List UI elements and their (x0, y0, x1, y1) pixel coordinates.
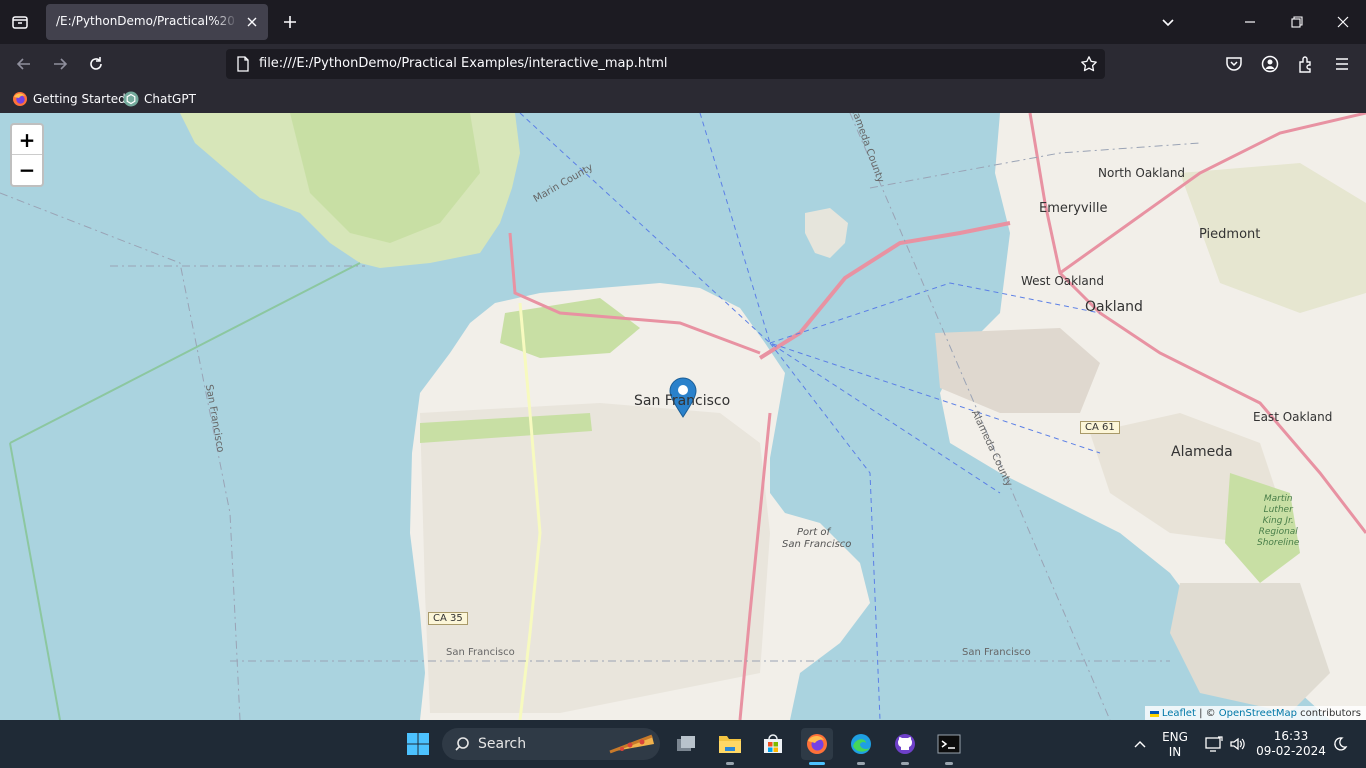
place-label-north-oakland: North Oakland (1098, 166, 1186, 180)
new-tab-icon[interactable] (278, 10, 302, 34)
volume-icon[interactable] (1228, 735, 1248, 753)
place-label-port-sf: San Francisco (782, 539, 852, 550)
windows-taskbar: Search ENG IN 16:33 09-02-2024 (0, 720, 1366, 768)
bookmarks-toolbar: Getting Started ChatGPT (0, 84, 1366, 113)
park-label-line: Luther (1263, 505, 1293, 515)
tab-strip: /E:/PythonDemo/Practical%20Exam (0, 0, 1366, 44)
taskbar-search[interactable]: Search (442, 728, 660, 760)
forward-icon[interactable] (48, 52, 72, 76)
search-highlight-pizza-icon (606, 730, 658, 758)
language-code: ENG (1162, 730, 1188, 744)
osm-link[interactable]: OpenStreetMap (1219, 708, 1297, 719)
map-tiles[interactable] (0, 113, 1366, 720)
sf-grid (420, 403, 770, 713)
list-all-tabs-icon[interactable] (1156, 10, 1180, 34)
account-icon[interactable] (1258, 52, 1282, 76)
place-label-emeryville: Emeryville (1039, 201, 1108, 216)
zoom-in-button[interactable]: + (12, 125, 42, 155)
bookmark-getting-started[interactable]: Getting Started (12, 89, 126, 109)
address-bar[interactable]: file:///E:/PythonDemo/Practical Examples… (226, 49, 1105, 79)
place-label-east-oakland: East Oakland (1253, 410, 1333, 424)
network-icon[interactable] (1204, 735, 1224, 753)
ukraine-flag-icon (1149, 710, 1159, 717)
zoom-out-button[interactable]: − (12, 155, 42, 185)
restore-icon[interactable] (1283, 8, 1311, 36)
chatgpt-icon (123, 91, 139, 107)
firefox-taskbar-icon[interactable] (801, 728, 833, 765)
bookmark-label: Getting Started (33, 92, 126, 106)
clock-time: 16:33 (1273, 729, 1309, 743)
github-desktop-icon[interactable] (889, 728, 921, 765)
attribution-suffix: contributors (1297, 708, 1361, 719)
extensions-icon[interactable] (1294, 52, 1318, 76)
tab-title: /E:/PythonDemo/Practical%20Exam (56, 14, 234, 28)
airport (1170, 583, 1330, 713)
shield-ca61: CA 61 (1080, 421, 1120, 434)
file-explorer-icon[interactable] (714, 728, 746, 765)
do-not-disturb-icon[interactable] (1330, 735, 1350, 753)
county-label-sf-south-1: San Francisco (446, 647, 515, 658)
map-attribution: Leaflet | © OpenStreetMap contributors (1144, 706, 1366, 720)
park-label-line: King Jr. (1262, 516, 1294, 526)
clock[interactable]: 16:33 09-02-2024 (1256, 729, 1326, 759)
minimize-icon[interactable] (1236, 8, 1264, 36)
yerba-buena-island (805, 208, 848, 258)
park-label-line: Regional (1258, 527, 1298, 537)
close-window-icon[interactable] (1329, 8, 1357, 36)
start-icon[interactable] (402, 728, 434, 760)
county-label-sf-south-2: San Francisco (962, 647, 1031, 658)
search-label: Search (478, 736, 527, 752)
leaflet-link[interactable]: Leaflet (1162, 708, 1196, 719)
close-tab-icon[interactable] (242, 12, 262, 32)
park-label-line: Martin (1263, 494, 1293, 504)
edge-icon[interactable] (845, 728, 877, 765)
shield-ca35: CA 35 (428, 612, 468, 625)
navigation-toolbar: file:///E:/PythonDemo/Practical Examples… (0, 44, 1366, 84)
back-icon[interactable] (12, 52, 36, 76)
menu-icon[interactable] (1330, 52, 1354, 76)
search-icon (454, 736, 470, 752)
bookmark-label: ChatGPT (144, 92, 196, 106)
bookmark-star-icon[interactable] (1079, 54, 1099, 74)
reload-icon[interactable] (84, 52, 108, 76)
park-label-line: Shoreline (1257, 538, 1300, 548)
microsoft-store-icon[interactable] (757, 728, 789, 760)
terminal-icon[interactable] (933, 728, 965, 765)
park-label-mlk: Martin Luther King Jr. Regional Shorelin… (1257, 494, 1299, 549)
zoom-control: + − (10, 123, 44, 187)
firefox-view-icon[interactable] (8, 10, 32, 34)
running-indicator (726, 762, 734, 765)
map-container[interactable]: San Francisco Oakland Alameda Emeryville… (0, 113, 1366, 720)
active-tab[interactable]: /E:/PythonDemo/Practical%20Exam (46, 4, 268, 40)
protected-area-boundary (9, 262, 361, 720)
running-indicator (901, 762, 909, 765)
place-label-oakland: Oakland (1085, 299, 1143, 315)
firefox-icon (12, 91, 28, 107)
running-indicator (945, 762, 953, 765)
attribution-separator: | © (1195, 708, 1219, 719)
bookmark-chatgpt[interactable]: ChatGPT (123, 89, 196, 109)
place-label-piedmont: Piedmont (1199, 227, 1261, 242)
tab-title-fade (214, 8, 238, 36)
language-indicator[interactable]: ENG IN (1160, 730, 1190, 760)
running-indicator (857, 762, 865, 765)
region-code: IN (1168, 745, 1182, 759)
place-label-port-of: Port of (797, 527, 830, 538)
page-icon (234, 55, 252, 73)
active-indicator (809, 762, 825, 765)
url-text[interactable]: file:///E:/PythonDemo/Practical Examples… (259, 56, 667, 71)
place-label-san-francisco: San Francisco (634, 393, 731, 409)
place-label-alameda: Alameda (1171, 444, 1233, 460)
show-hidden-icons-icon[interactable] (1131, 736, 1149, 754)
clock-date: 09-02-2024 (1256, 744, 1326, 758)
task-view-icon[interactable] (670, 728, 702, 760)
place-label-west-oakland: West Oakland (1021, 274, 1104, 288)
pocket-icon[interactable] (1222, 52, 1246, 76)
county-boundary-1 (0, 192, 241, 720)
